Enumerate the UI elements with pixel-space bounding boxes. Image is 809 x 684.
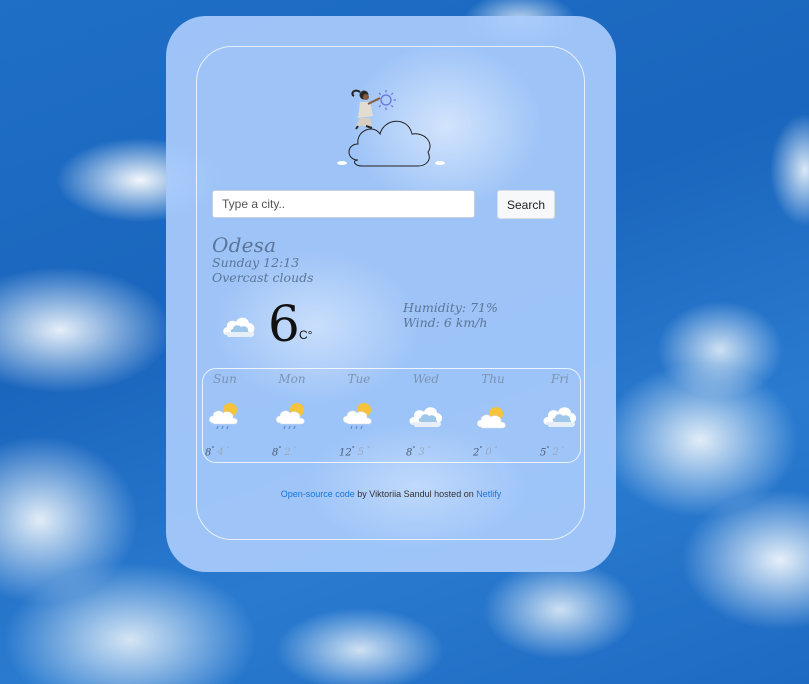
forecast-temps: 8° 3 ° <box>406 446 431 459</box>
forecast-day-name: Fri <box>551 372 569 386</box>
footer-credits: Open-source code by Viktoriia Sandul hos… <box>166 489 616 499</box>
forecast-min: 5 <box>357 447 365 459</box>
forecast-day: Thu 2° 0 ° <box>473 369 513 462</box>
forecast-day-name: Tue <box>347 372 371 386</box>
open-source-code-link[interactable]: Open-source code <box>281 489 355 499</box>
forecast-day: Mon 8° 2 ° <box>272 369 312 462</box>
forecast-day-name: Sun <box>213 372 237 386</box>
forecast-min: 2 <box>284 447 291 459</box>
forecast-min: 0 <box>485 447 492 459</box>
forecast-temps: 8° 2 ° <box>272 446 297 459</box>
forecast-day-name: Mon <box>278 372 306 386</box>
forecast-day-name: Thu <box>481 372 505 386</box>
forecast-min: 2 <box>552 447 559 459</box>
current-temperature: 6 <box>268 295 300 353</box>
search-button[interactable]: Search <box>497 190 555 219</box>
cloud-icon <box>223 317 255 337</box>
current-datetime: Sunday 12:13 <box>212 255 300 270</box>
forecast-day-name: Wed <box>412 372 440 386</box>
forecast-min: 3 <box>418 447 425 459</box>
forecast-min: 4 <box>217 447 224 459</box>
forecast-temps: 8° 4 ° <box>205 446 230 459</box>
sun-cloud-rain-icon <box>342 403 372 430</box>
temperature-unit-toggle[interactable]: C° <box>299 328 312 342</box>
forecast-panel: Sun 8° 4 ° Mon 8° 2 ° Tue 12° 5 ° Wed 8°… <box>202 368 581 463</box>
forecast-day: Tue 12° 5 ° <box>339 369 379 462</box>
girl-on-cloud-illustration <box>337 89 445 167</box>
forecast-max: 12 <box>339 447 352 459</box>
weather-description: Overcast clouds <box>212 270 314 285</box>
sun-cloud-rain-icon <box>208 403 238 430</box>
forecast-day: Fri 5° 2 ° <box>540 369 580 462</box>
netlify-link[interactable]: Netlify <box>476 489 501 499</box>
footer-author-text: by Viktoriia Sandul hosted on <box>354 489 477 499</box>
wind-value: Wind: 6 km/h <box>403 315 488 330</box>
forecast-temps: 5° 2 ° <box>540 446 565 459</box>
forecast-day: Wed 8° 3 ° <box>406 369 446 462</box>
cloud-icon <box>543 407 577 427</box>
forecast-temps: 2° 0 ° <box>473 446 498 459</box>
forecast-day: Sun 8° 4 ° <box>205 369 245 462</box>
city-search-input[interactable] <box>212 190 475 218</box>
city-name: Odesa <box>212 233 277 257</box>
sun-cloud-icon <box>476 407 506 429</box>
cloud-icon <box>409 407 443 427</box>
humidity-value: Humidity: 71% <box>403 300 498 315</box>
sun-cloud-rain-icon <box>275 403 305 430</box>
forecast-temps: 12° 5 ° <box>339 446 371 459</box>
